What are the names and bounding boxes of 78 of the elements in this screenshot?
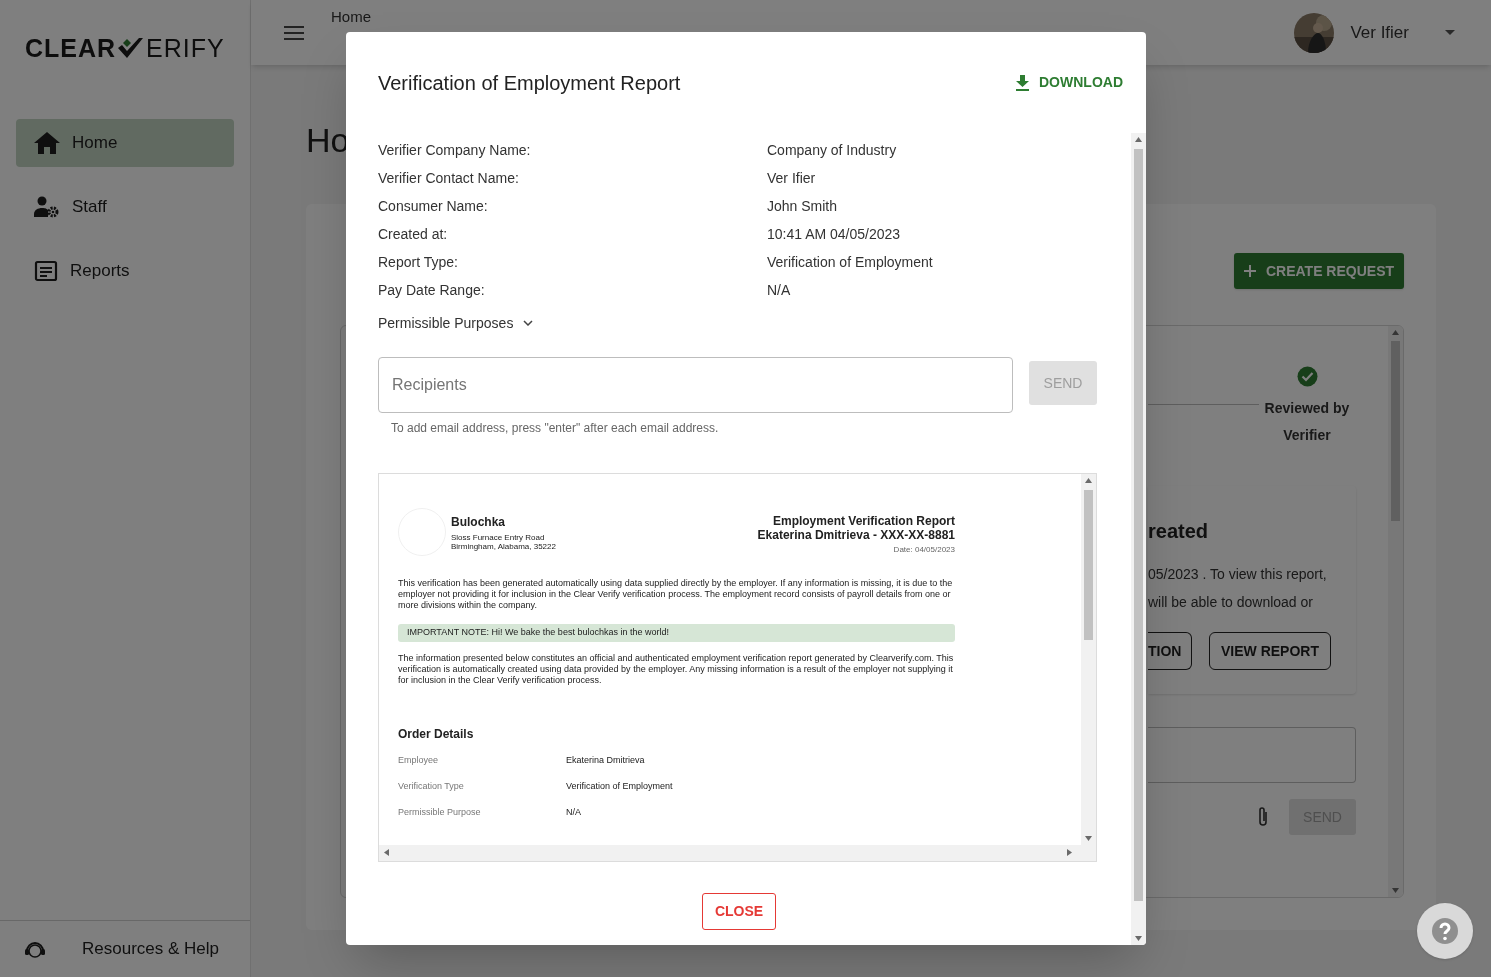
step-label: Reviewed by Verifier: [1263, 399, 1351, 445]
help-button[interactable]: [1417, 903, 1473, 959]
help-icon: [1431, 917, 1459, 945]
scrollbar-thumb[interactable]: [1391, 341, 1400, 521]
nav-item[interactable]: Reports: [16, 247, 234, 295]
detail-label: Verifier Company Name:: [378, 140, 532, 160]
detail-value: Company of Industry: [767, 140, 897, 160]
order-label: Verification Type: [398, 780, 465, 794]
detail-value: Verification of Employment: [767, 252, 933, 272]
dropdown-caret-icon[interactable]: [1445, 30, 1455, 35]
breadcrumb[interactable]: Home: [331, 9, 371, 24]
order-value: N/A: [566, 806, 581, 820]
chevron-down-icon: [523, 320, 534, 326]
scroll-down-arrow-icon[interactable]: [1085, 836, 1092, 841]
recipients-field[interactable]: Recipients: [378, 357, 1013, 413]
detail-label: Report Type:: [378, 252, 459, 272]
home-icon: [34, 132, 60, 154]
user-name[interactable]: Ver Ifier: [1350, 19, 1409, 46]
document-icon: [34, 259, 58, 283]
detail-value: Ver Ifier: [767, 168, 816, 188]
scrollbar[interactable]: [1131, 133, 1146, 945]
nav-item[interactable]: Resources & Help: [82, 936, 219, 962]
person-gear-icon: [34, 196, 60, 218]
message-field[interactable]: [1148, 727, 1356, 783]
download-button[interactable]: DOWNLOAD: [1012, 66, 1127, 99]
headset-icon: [24, 939, 46, 959]
scroll-up-arrow-icon[interactable]: [1392, 330, 1399, 335]
plus-icon: [1243, 265, 1256, 277]
detail-value: 10:41 AM 04/05/2023: [767, 224, 901, 244]
scroll-up-arrow-icon[interactable]: [1135, 137, 1142, 142]
company-address: Birmingham, Alabama, 35222: [451, 541, 556, 551]
close-button[interactable]: CLOSE: [702, 893, 776, 930]
card-text: 05/2023 . To view this report,: [1148, 565, 1328, 584]
scroll-left-arrow-icon[interactable]: [384, 849, 389, 856]
company-name: Bulochka: [451, 513, 506, 531]
outlined-button[interactable]: VIEW REPORT: [1209, 632, 1331, 670]
permissible-purposes-toggle[interactable]: Permissible Purposes: [378, 309, 534, 337]
company-address: Sloss Furnace Entry Road: [451, 532, 546, 542]
card-text: will be able to download or: [1148, 593, 1314, 612]
scrollbar-thumb[interactable]: [1134, 149, 1143, 901]
scrollbar[interactable]: [379, 845, 1096, 861]
card-title: reated: [1148, 519, 1210, 544]
menu-icon[interactable]: [284, 25, 304, 40]
logo-text: ERIFY: [146, 32, 225, 64]
detail-value: N/A: [767, 280, 791, 300]
scrollbar-thumb[interactable]: [1084, 490, 1093, 640]
nav-item[interactable]: Staff: [16, 183, 234, 231]
order-label: Permissible Purpose: [398, 806, 482, 820]
report-subject: Ekaterina Dmitrieva - XXX-XX-8881: [757, 528, 955, 542]
detail-label: Created at:: [378, 224, 449, 244]
important-note: IMPORTANT NOTE: Hi! We bake the best bulochkas in the world!: [398, 624, 955, 642]
report-title: Employment Verification Report: [772, 514, 955, 528]
checkmark-logo-icon: [118, 37, 145, 60]
section-heading: Order Details: [398, 726, 475, 743]
scroll-up-arrow-icon[interactable]: [1085, 478, 1092, 483]
download-icon: [1016, 74, 1029, 91]
report-date: Date: 04/05/2023: [893, 544, 955, 556]
scroll-right-arrow-icon[interactable]: [1067, 849, 1072, 856]
disclaimer-paragraph: The information presented below constitutes an official and authenticated employment verification report generated by Clearverify.com. This verification is automatically created using data provided by the employer. Any missing information is a result of the employer not supplying it for inclusion in the Clear Verify verification process.: [398, 653, 955, 686]
dialog-title: Verification of Employment Report: [378, 70, 681, 96]
outlined-button[interactable]: TION: [1148, 632, 1192, 670]
paperclip-icon[interactable]: [1257, 806, 1269, 828]
scroll-down-arrow-icon[interactable]: [1392, 888, 1399, 893]
detail-label: Verifier Contact Name:: [378, 168, 520, 188]
scroll-down-arrow-icon[interactable]: [1135, 936, 1142, 941]
detail-label: Pay Date Range:: [378, 280, 486, 300]
order-value: Ekaterina Dmitrieva: [566, 754, 645, 768]
detail-label: Consumer Name:: [378, 196, 489, 216]
detail-value: John Smith: [767, 196, 838, 216]
scrollbar[interactable]: [1388, 326, 1403, 897]
helper-text: To add email address, press "enter" after each email address.: [390, 420, 720, 437]
create-request-button[interactable]: CREATE REQUEST: [1234, 253, 1404, 289]
logo-text: CLEAR: [25, 32, 117, 64]
order-value: Verification of Employment: [566, 780, 673, 794]
intro-paragraph: This verification has been generated automatically using data supplied directly by the employer. If any information is missing, it is due to the employer not providing it for inclusion in the Clear Verify verification process. The employment record consists of payroll details from one or more divisions within the company.: [398, 578, 954, 611]
nav-item[interactable]: Home: [16, 119, 234, 167]
order-label: Employee: [398, 754, 440, 768]
scrollbar[interactable]: [1081, 474, 1096, 845]
